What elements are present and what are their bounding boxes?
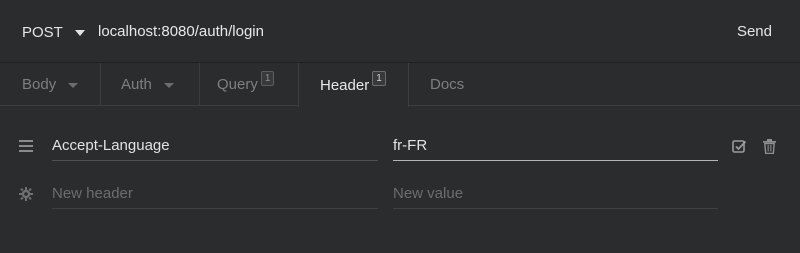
chevron-down-icon [74, 29, 85, 36]
tab-body[interactable]: Body [22, 63, 79, 106]
method-dropdown[interactable]: POST [22, 21, 85, 43]
tab-label: Docs [430, 76, 465, 93]
send-button[interactable]: Send [737, 21, 772, 43]
count-badge: 1 [372, 71, 386, 86]
header-row: Accept-Language fr-FR [0, 126, 800, 166]
new-header-row: New header New value [0, 174, 800, 214]
header-value-field[interactable]: fr-FR [393, 131, 718, 161]
tab-header[interactable]: Header 1 [298, 63, 409, 107]
tab-query[interactable]: Query 1 [217, 63, 275, 106]
tab-auth[interactable]: Auth [121, 63, 174, 106]
tab-divider [199, 63, 200, 106]
chevron-down-icon [163, 82, 174, 88]
tab-divider [100, 63, 101, 106]
drag-handle-icon[interactable] [18, 138, 34, 154]
trash-icon[interactable] [761, 138, 777, 154]
header-name-field[interactable]: Accept-Language [52, 131, 378, 161]
new-header-name-input[interactable]: New header [52, 179, 378, 209]
checkbox-checked-icon[interactable] [731, 138, 747, 154]
request-pane: POST localhost:8080/auth/login Send Body… [0, 0, 800, 253]
tab-label: Auth [121, 76, 152, 93]
tab-docs[interactable]: Docs [430, 63, 464, 106]
gear-icon [18, 186, 34, 202]
tab-bar: Body Auth Query 1 Header 1 Docs [0, 63, 800, 107]
tab-label: Header [320, 76, 370, 94]
url-bar: POST localhost:8080/auth/login Send [0, 0, 800, 63]
tab-label: Body [22, 76, 57, 93]
method-label: POST [22, 23, 63, 41]
chevron-down-icon [68, 82, 79, 88]
count-badge: 1 [260, 71, 275, 86]
tab-label: Query [217, 76, 258, 93]
new-header-value-input[interactable]: New value [393, 179, 718, 209]
url-input[interactable]: localhost:8080/auth/login [98, 21, 264, 43]
